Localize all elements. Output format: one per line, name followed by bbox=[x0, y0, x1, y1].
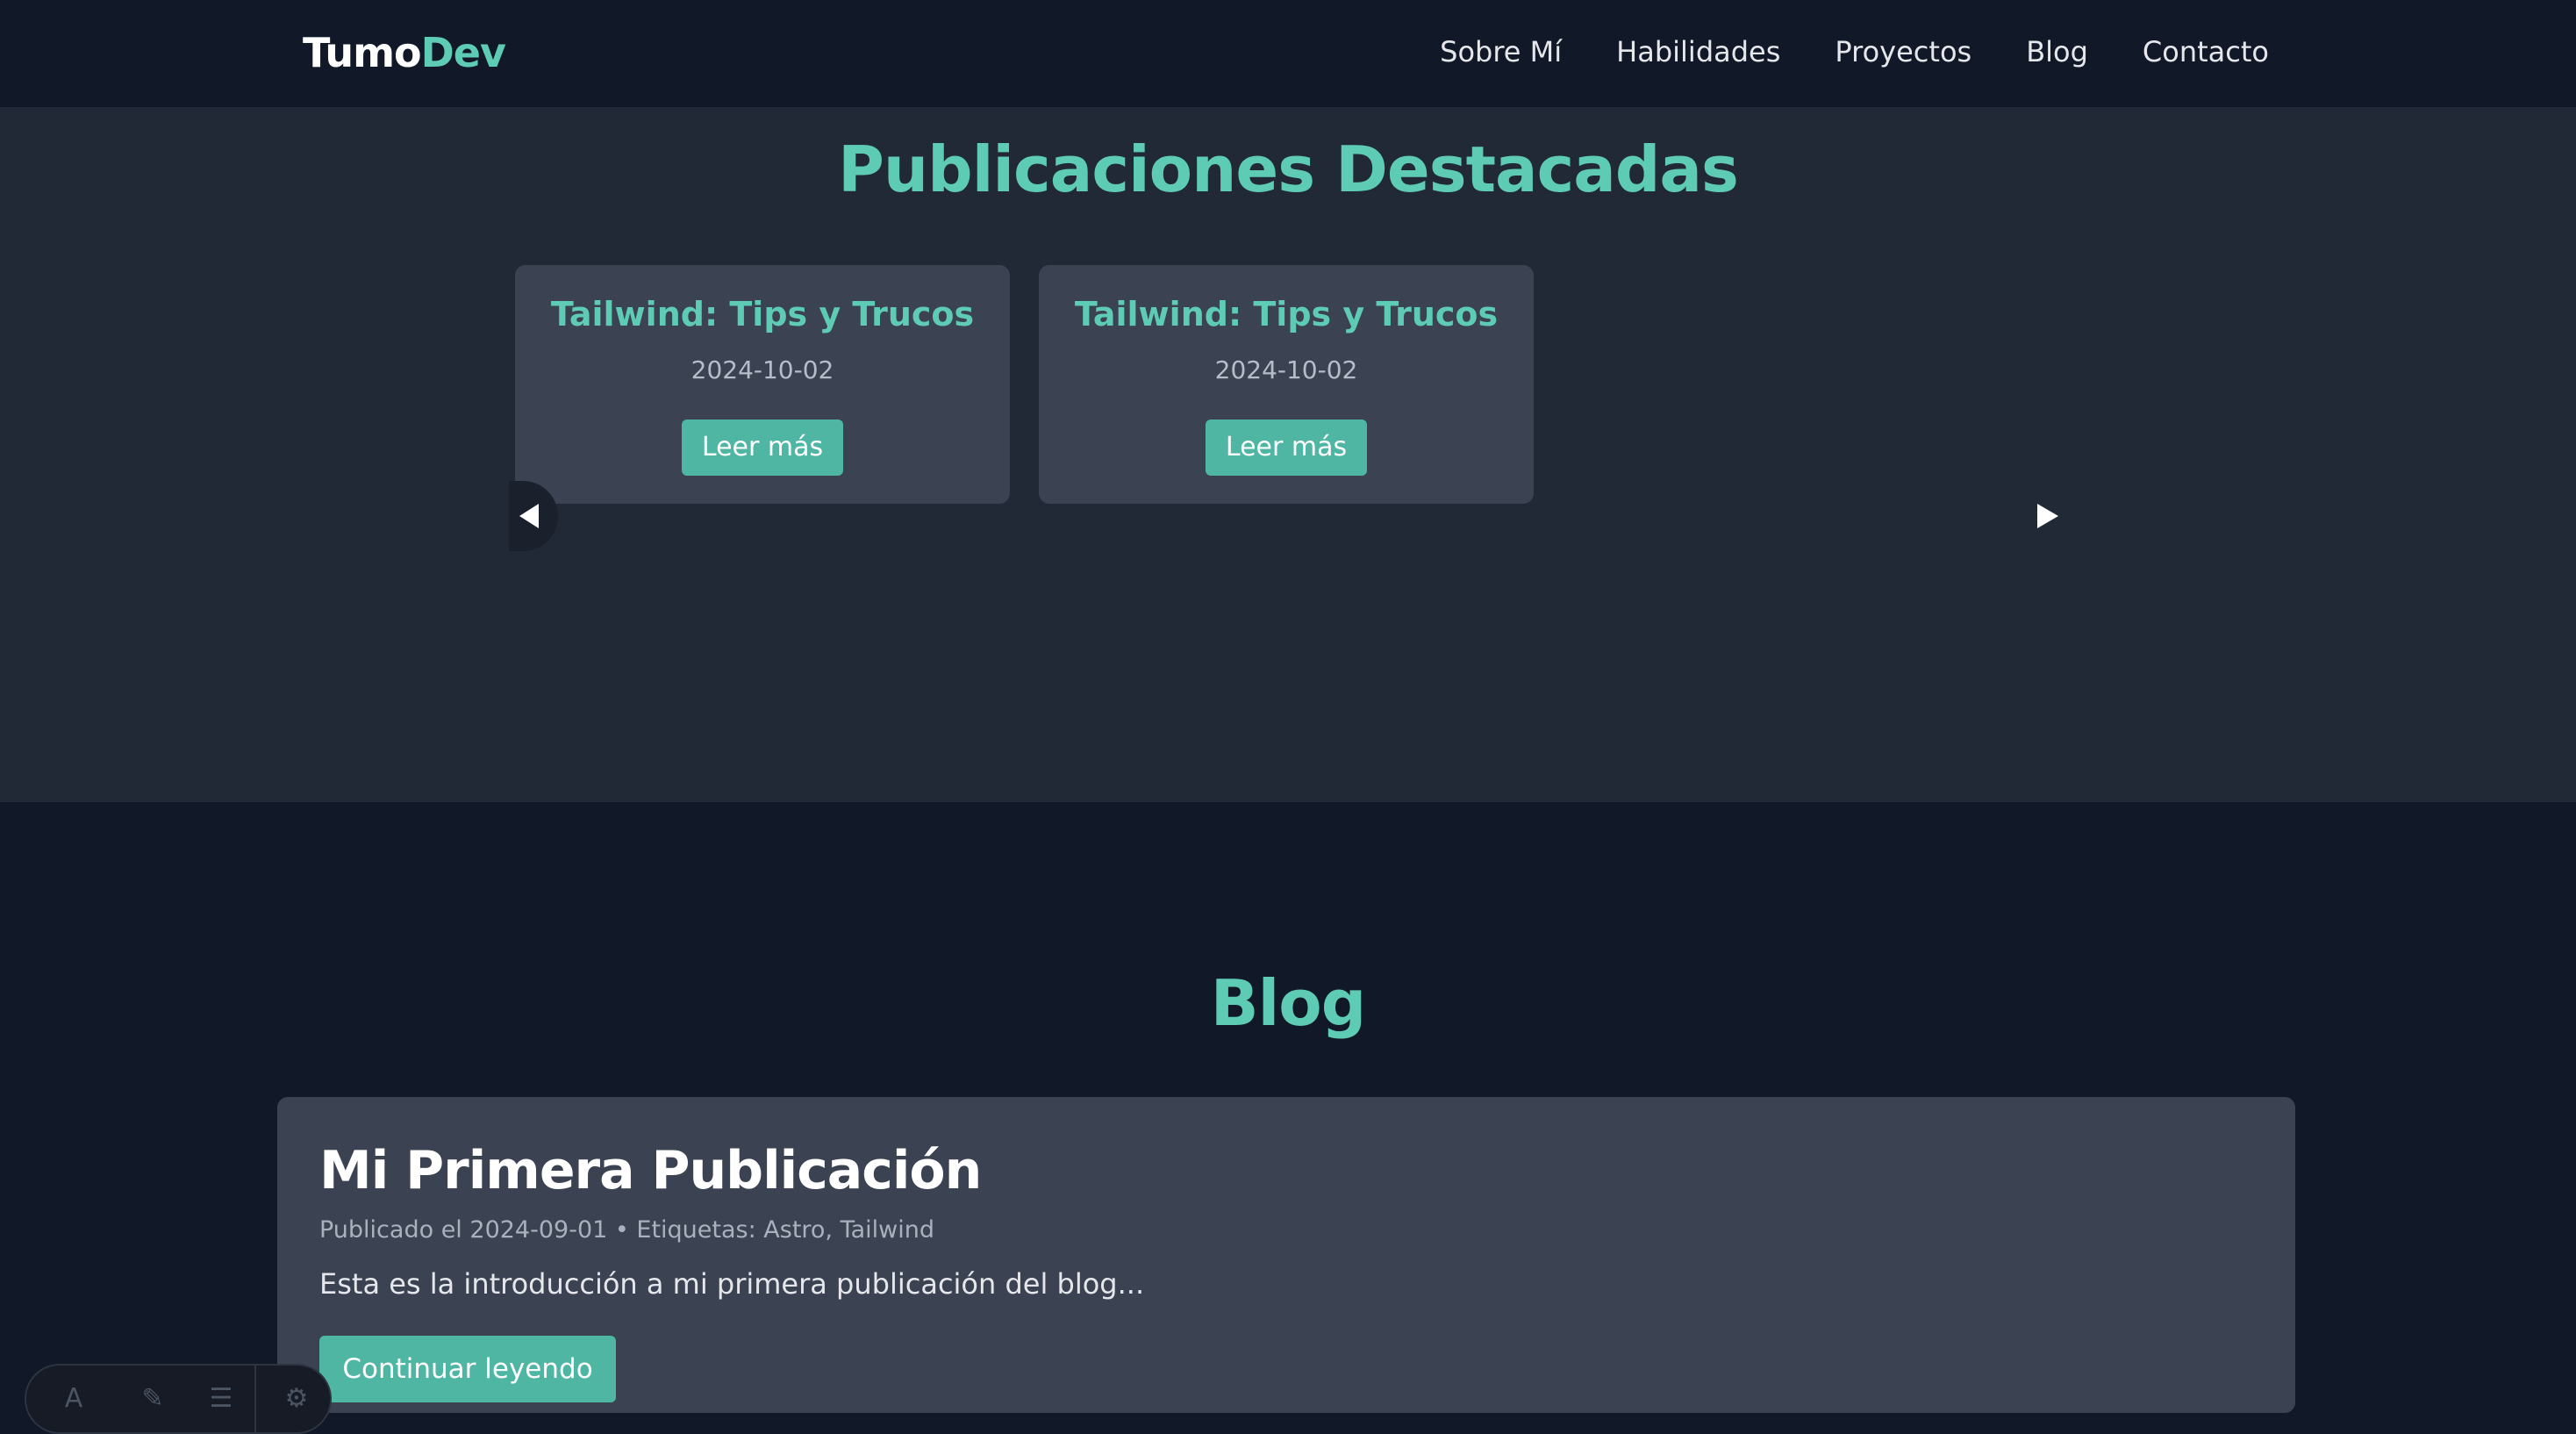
card-date: 2024-10-02 bbox=[691, 355, 834, 384]
floating-toolbar: A ✎ ☰ ⚙ bbox=[25, 1364, 332, 1434]
card-title[interactable]: Tailwind: Tips y Trucos bbox=[1039, 290, 1534, 339]
nav-link-habilidades[interactable]: Habilidades bbox=[1616, 30, 1780, 74]
featured-carousel: Tailwind: Tips y Trucos 2024-10-02 Leer … bbox=[515, 265, 2061, 504]
featured-title: Publicaciones Destacadas bbox=[838, 133, 1739, 206]
post-title[interactable]: Mi Primera Publicación bbox=[319, 1136, 982, 1206]
continue-reading-button[interactable]: Continuar leyendo bbox=[319, 1336, 616, 1402]
settings-icon[interactable]: ⚙ bbox=[281, 1383, 312, 1415]
card-date: 2024-10-02 bbox=[1214, 355, 1358, 384]
post-excerpt: Esta es la introducción a mi primera pub… bbox=[319, 1267, 1145, 1301]
post-meta: Publicado el 2024-09-01 • Etiquetas: Ast… bbox=[319, 1216, 934, 1244]
featured-card: Tailwind: Tips y Trucos 2024-10-02 Leer … bbox=[515, 265, 1010, 504]
logo-text-primary: Tumo bbox=[303, 29, 422, 76]
read-more-button[interactable]: Leer más bbox=[682, 419, 843, 476]
nav-link-blog[interactable]: Blog bbox=[2026, 30, 2088, 74]
text-icon[interactable]: A bbox=[58, 1383, 89, 1415]
menu-icon[interactable]: ☰ bbox=[205, 1383, 237, 1415]
read-more-button[interactable]: Leer más bbox=[1206, 419, 1367, 476]
pen-icon[interactable]: ✎ bbox=[137, 1383, 168, 1415]
card-title[interactable]: Tailwind: Tips y Trucos bbox=[515, 290, 1010, 339]
nav-link-contacto[interactable]: Contacto bbox=[2143, 30, 2269, 74]
blog-post-card: Mi Primera Publicación Publicado el 2024… bbox=[277, 1097, 2295, 1413]
nav-link-sobre-mi[interactable]: Sobre Mí bbox=[1440, 30, 1562, 74]
site-logo[interactable]: TumoDev bbox=[303, 25, 506, 81]
site-header: TumoDev Sobre Mí Habilidades Proyectos B… bbox=[0, 0, 2576, 109]
logo-text-accent: Dev bbox=[420, 29, 506, 76]
nav-link-proyectos[interactable]: Proyectos bbox=[1835, 30, 1971, 74]
chevron-right-icon[interactable] bbox=[2030, 495, 2065, 537]
featured-card: Tailwind: Tips y Trucos 2024-10-02 Leer … bbox=[1039, 265, 1534, 504]
toolbar-divider bbox=[254, 1366, 256, 1432]
blog-title: Blog bbox=[1210, 966, 1367, 1040]
main-nav: Sobre Mí Habilidades Proyectos Blog Cont… bbox=[1440, 30, 2269, 74]
